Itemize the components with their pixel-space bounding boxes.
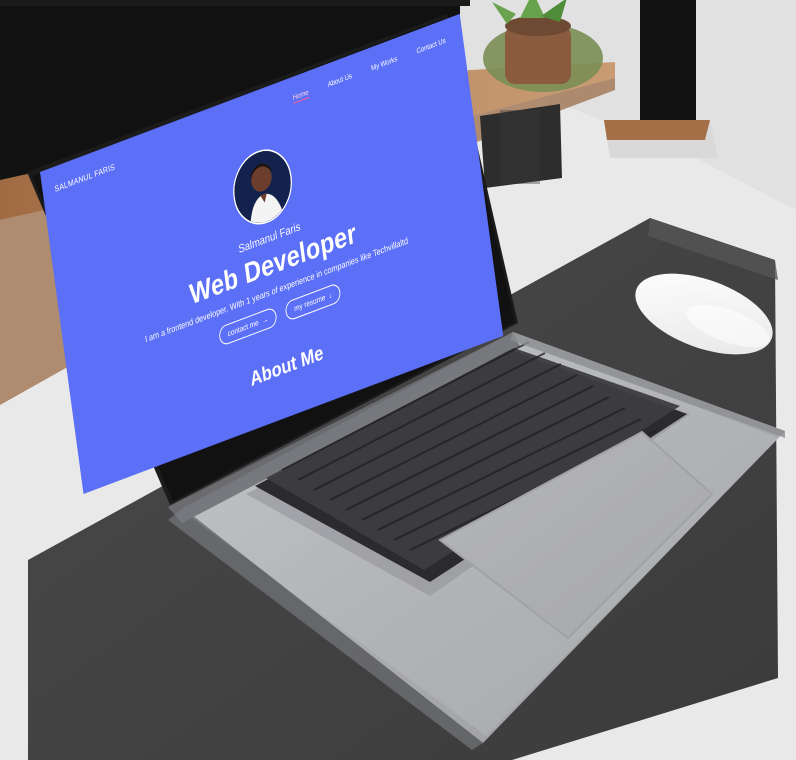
contact-me-label: contact me <box>227 318 260 339</box>
scene: SALMANUL FARIS Home About Us My Works Co… <box>0 0 796 760</box>
profile-photo <box>230 142 295 232</box>
nav-home[interactable]: Home <box>292 87 309 103</box>
site-brand[interactable]: SALMANUL FARIS <box>54 163 115 195</box>
arrow-down-icon: ↓ <box>328 290 333 301</box>
nav-about[interactable]: About Us <box>327 71 353 90</box>
arrow-right-icon: → <box>261 314 269 326</box>
my-resume-label: my resume <box>293 292 326 314</box>
profile-avatar <box>228 140 297 234</box>
nav-works[interactable]: My Works <box>371 54 398 74</box>
nav-contact[interactable]: Contact Us <box>416 36 446 57</box>
